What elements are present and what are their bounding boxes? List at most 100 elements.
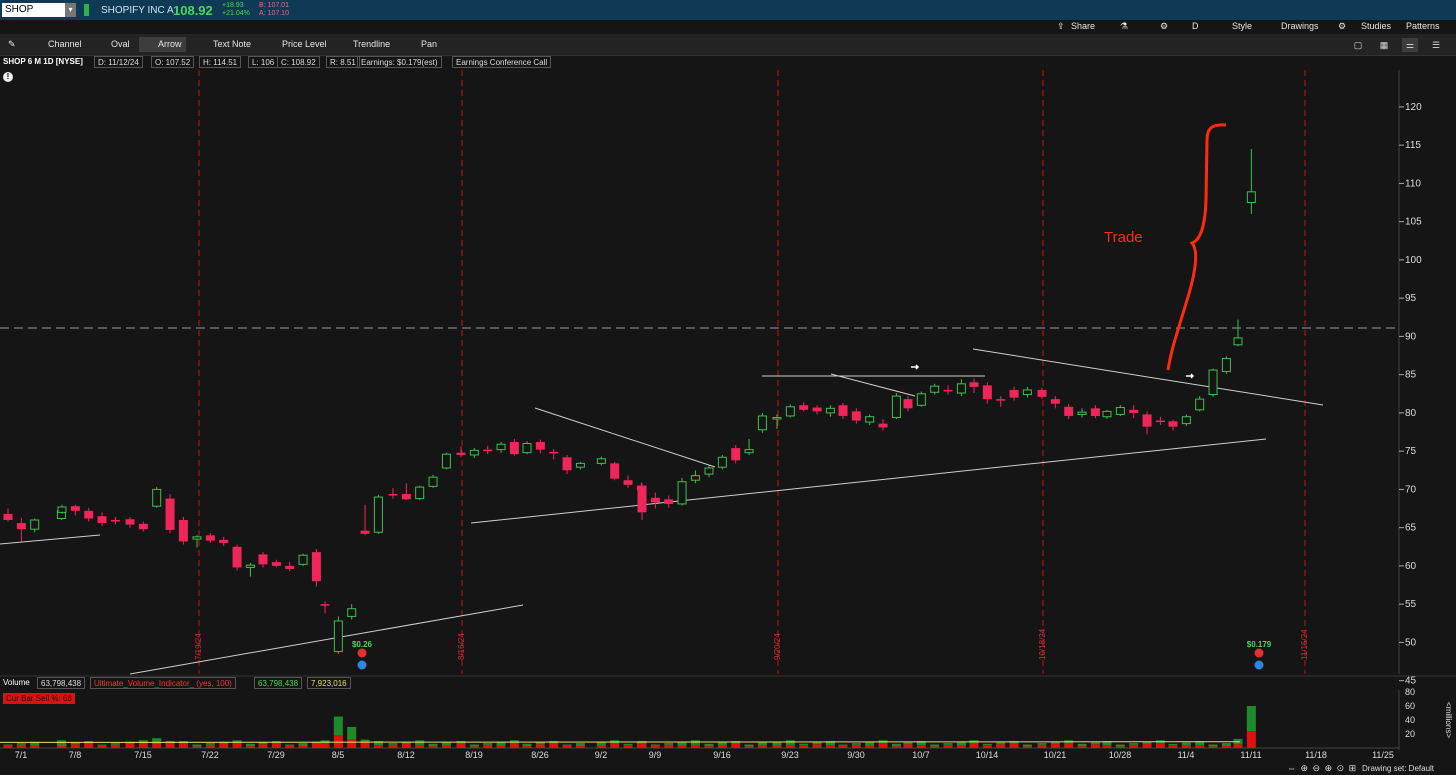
trendline[interactable] (470, 438, 1267, 524)
candle-body[interactable] (878, 423, 888, 428)
conference-call-icon[interactable] (357, 660, 367, 670)
candle-body[interactable] (799, 405, 809, 410)
candle-body[interactable] (1181, 416, 1191, 425)
candle-body[interactable] (677, 481, 687, 505)
arrow-marker-icon[interactable] (911, 364, 920, 370)
candle-body[interactable] (1037, 389, 1047, 397)
candle-body[interactable] (772, 416, 782, 420)
candle-body[interactable] (664, 499, 674, 504)
trade-annotation-text[interactable]: Trade (1104, 229, 1143, 246)
zoom-controls[interactable]: ⇔ ⊕ ⊖ ⊕ ⊙ ⊞ (1287, 763, 1357, 774)
candle-body[interactable] (650, 497, 660, 503)
arrow-marker-icon[interactable] (1186, 373, 1195, 379)
candle-body[interactable] (1168, 421, 1178, 427)
candle-body[interactable] (373, 496, 383, 533)
candle-body[interactable] (744, 449, 754, 454)
candle-body[interactable] (610, 463, 620, 479)
candle-body[interactable] (916, 393, 926, 406)
candle-body[interactable] (717, 456, 727, 468)
trendline[interactable] (0, 534, 101, 545)
candle-body[interactable] (298, 554, 308, 565)
candle-body[interactable] (1050, 399, 1060, 404)
trendline[interactable] (830, 373, 916, 397)
candle-body[interactable] (1221, 358, 1231, 373)
candle-body[interactable] (320, 604, 330, 606)
trendline[interactable] (972, 348, 1324, 406)
candle-body[interactable] (1090, 408, 1100, 416)
candle-body[interactable] (360, 530, 370, 534)
candle-body[interactable] (57, 506, 67, 513)
candle-body[interactable] (165, 498, 175, 530)
candle-body[interactable] (178, 520, 188, 542)
candle-body[interactable] (1009, 389, 1019, 398)
candle-body[interactable] (3, 513, 13, 520)
candle-body[interactable] (1208, 369, 1218, 396)
candle-body[interactable] (428, 476, 438, 487)
candle-body[interactable] (483, 449, 493, 452)
candle-body[interactable] (623, 480, 633, 485)
candle-body[interactable] (1077, 411, 1087, 415)
candle-body[interactable] (30, 519, 40, 530)
candle-body[interactable] (851, 411, 861, 421)
candle-body[interactable] (982, 385, 992, 400)
candle-body[interactable] (232, 546, 242, 568)
candle-body[interactable] (575, 462, 585, 468)
candle-body[interactable] (522, 443, 532, 454)
candle-body[interactable] (70, 506, 80, 511)
earnings-icon[interactable] (1254, 648, 1264, 658)
candle-body[interactable] (84, 510, 94, 519)
candle-body[interactable] (704, 467, 714, 475)
candle-body[interactable] (562, 457, 572, 471)
trendline[interactable] (534, 407, 716, 468)
candle-body[interactable] (825, 407, 835, 414)
candle-body[interactable] (1195, 398, 1205, 411)
candle-body[interactable] (441, 453, 451, 469)
candle-body[interactable] (865, 416, 875, 423)
candle-body[interactable] (956, 383, 966, 394)
candle-body[interactable] (1233, 337, 1243, 346)
conference-call-icon[interactable] (1254, 660, 1264, 670)
candle-body[interactable] (1155, 420, 1165, 423)
candle-body[interactable] (690, 475, 700, 481)
candle-body[interactable] (496, 443, 506, 451)
candle-body[interactable] (1102, 410, 1112, 418)
candle-body[interactable] (219, 539, 229, 543)
candle-body[interactable] (903, 399, 913, 409)
candle-body[interactable] (245, 564, 255, 568)
candle-body[interactable] (535, 441, 545, 450)
candle-body[interactable] (1022, 389, 1032, 396)
candle-body[interactable] (110, 520, 120, 522)
candle-body[interactable] (388, 493, 398, 496)
candle-body[interactable] (549, 451, 559, 454)
candle-body[interactable] (285, 565, 295, 569)
candle-body[interactable] (1129, 409, 1139, 413)
candle-body[interactable] (785, 406, 795, 417)
candle-body[interactable] (415, 486, 425, 500)
candle-body[interactable] (311, 552, 321, 582)
price-chart[interactable]: 7/19/24 8/16/24 9/20/24 10/18/24 11/15/24 45… (0, 0, 1456, 775)
candle-body[interactable] (97, 516, 107, 524)
candle-body[interactable] (812, 407, 822, 412)
earnings-icon[interactable] (357, 648, 367, 658)
candle-body[interactable] (731, 448, 741, 461)
candle-body[interactable] (943, 389, 953, 392)
candle-body[interactable] (469, 449, 479, 456)
candle-body[interactable] (125, 519, 135, 525)
candle-body[interactable] (205, 535, 215, 541)
candle-body[interactable] (891, 395, 901, 418)
candle-body[interactable] (138, 523, 148, 530)
candle-body[interactable] (333, 620, 343, 653)
candle-body[interactable] (637, 485, 647, 513)
candle-body[interactable] (1246, 191, 1256, 204)
candle-body[interactable] (16, 523, 26, 530)
candle-body[interactable] (969, 382, 979, 387)
candle-body[interactable] (596, 458, 606, 464)
candle-body[interactable] (271, 562, 281, 566)
candle-body[interactable] (258, 554, 268, 565)
candle-body[interactable] (192, 536, 202, 540)
candle-body[interactable] (401, 493, 411, 500)
candle-body[interactable] (930, 385, 940, 393)
trade-bracket-annotation[interactable] (1166, 123, 1227, 371)
candle-body[interactable] (838, 405, 848, 416)
candle-body[interactable] (996, 399, 1006, 401)
